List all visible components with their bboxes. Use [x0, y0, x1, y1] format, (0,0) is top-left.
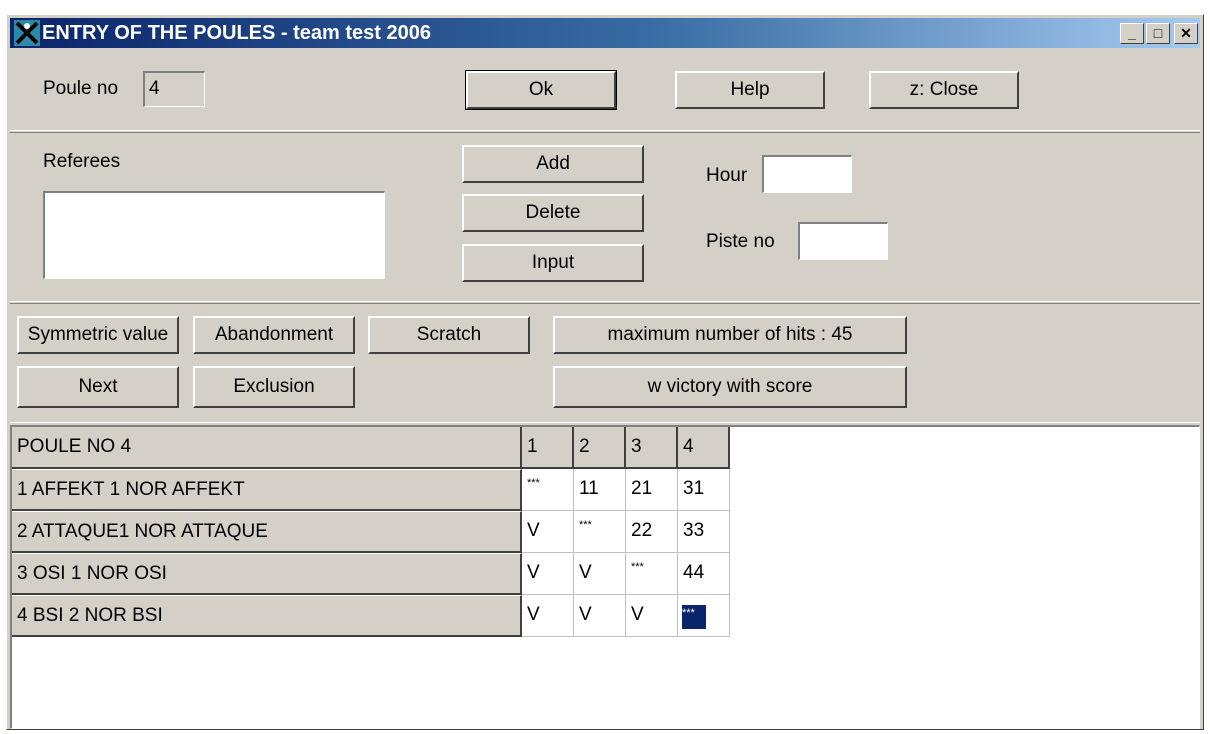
score-value: ***: [631, 561, 644, 573]
actions-section: Symmetric value Abandonment Scratch maxi…: [10, 303, 1200, 423]
poule-header-cell: POULE NO 4: [12, 427, 522, 469]
score-cell[interactable]: V: [522, 511, 574, 553]
score-cell[interactable]: 21: [626, 469, 678, 511]
column-header-1: 1: [522, 427, 574, 469]
minimize-button[interactable]: _: [1120, 23, 1144, 44]
score-cell[interactable]: 31: [678, 469, 730, 511]
window-title: ENTRY OF THE POULES - team test 2006: [42, 22, 431, 44]
score-cell[interactable]: ***: [574, 511, 626, 553]
column-header-3: 3: [626, 427, 678, 469]
hour-input[interactable]: [762, 155, 852, 193]
close-button[interactable]: z: Close: [869, 71, 1019, 109]
poule-header-section: Poule no 4 Ok Help z: Close: [10, 51, 1200, 131]
piste-no-label: Piste no: [706, 231, 775, 252]
next-button[interactable]: Next: [17, 366, 179, 408]
poule-entry-window: ENTRY OF THE POULES - team test 2006 _ □…: [6, 14, 1204, 730]
piste-no-input[interactable]: [798, 222, 888, 260]
score-value: ***: [682, 605, 706, 629]
score-cell[interactable]: 11: [574, 469, 626, 511]
abandonment-button[interactable]: Abandonment: [193, 316, 355, 354]
score-value: ***: [527, 477, 540, 489]
score-cell[interactable]: V: [522, 553, 574, 595]
score-cell[interactable]: ***: [522, 469, 574, 511]
fencer-row-1[interactable]: 1 AFFEKT 1 NOR AFFEKT: [12, 469, 522, 511]
score-cell[interactable]: V: [522, 595, 574, 637]
score-cell[interactable]: V: [626, 595, 678, 637]
max-hits-button[interactable]: maximum number of hits : 45: [553, 316, 907, 354]
fencer-row-3[interactable]: 3 OSI 1 NOR OSI: [12, 553, 522, 595]
score-value: ***: [579, 519, 592, 531]
poule-no-field: 4: [143, 71, 205, 107]
score-cell[interactable]: ***: [626, 553, 678, 595]
score-cell[interactable]: V: [574, 553, 626, 595]
symmetric-value-button[interactable]: Symmetric value: [17, 316, 179, 354]
title-bar[interactable]: ENTRY OF THE POULES - team test 2006 _ □…: [10, 18, 1200, 48]
hour-label: Hour: [706, 165, 748, 186]
scratch-button[interactable]: Scratch: [368, 316, 530, 354]
poule-no-label: Poule no: [43, 78, 119, 99]
referees-list[interactable]: [43, 191, 385, 279]
close-window-button[interactable]: ✕: [1174, 23, 1198, 44]
input-referee-button[interactable]: Input: [462, 244, 644, 282]
referees-label: Referees: [43, 151, 121, 172]
app-logo-icon: [14, 20, 40, 46]
delete-referee-button[interactable]: Delete: [462, 194, 644, 232]
column-header-2: 2: [574, 427, 626, 469]
score-cell[interactable]: 22: [626, 511, 678, 553]
fencer-row-4[interactable]: 4 BSI 2 NOR BSI: [12, 595, 522, 637]
victory-with-score-button[interactable]: w victory with score: [553, 366, 907, 408]
fencer-row-2[interactable]: 2 ATTAQUE1 NOR ATTAQUE: [12, 511, 522, 553]
poule-grid: POULE NO 4 1 2 3 4 1 AFFEKT 1 NOR AFFEKT…: [10, 425, 1200, 729]
score-cell[interactable]: 44: [678, 553, 730, 595]
add-referee-button[interactable]: Add: [462, 145, 644, 183]
score-cell[interactable]: V: [574, 595, 626, 637]
score-cell[interactable]: 33: [678, 511, 730, 553]
selected-score-cell[interactable]: ***: [678, 595, 730, 637]
ok-button[interactable]: Ok: [465, 70, 617, 110]
referees-section: Referees Add Delete Input Hour Piste no: [10, 132, 1200, 302]
column-header-4: 4: [678, 427, 730, 469]
maximize-button[interactable]: □: [1146, 23, 1170, 44]
help-button[interactable]: Help: [675, 71, 825, 109]
exclusion-button[interactable]: Exclusion: [193, 366, 355, 408]
